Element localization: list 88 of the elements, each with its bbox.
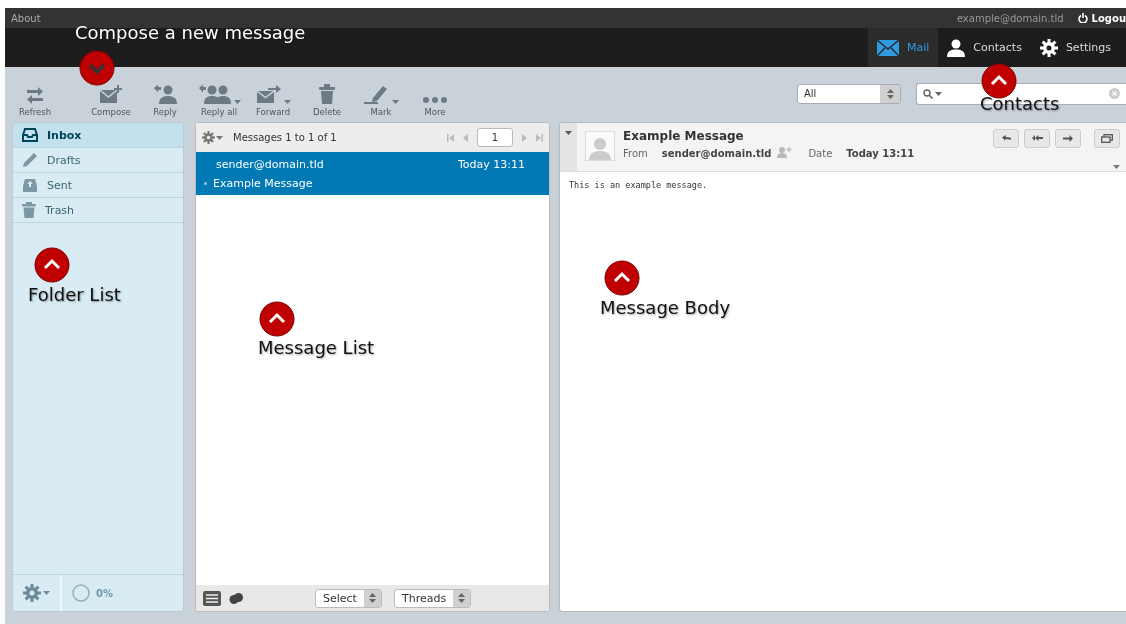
callout-marker-tooltip [79, 50, 115, 86]
up-down-icon [886, 88, 894, 99]
task-tab[interactable]: Contacts [938, 28, 1031, 67]
reply-all-icon [1031, 135, 1043, 142]
callout-marker-tooltip [981, 63, 1017, 99]
folder-item[interactable]: Sent [13, 173, 183, 198]
trash-icon [319, 83, 335, 104]
toolbar-button[interactable]: More [408, 70, 462, 117]
refresh-icon [25, 85, 45, 104]
sender-address: sender@domain.tld [661, 148, 772, 159]
up-down-icon [458, 593, 466, 603]
folder-item[interactable]: Drafts [13, 148, 183, 173]
pencil-icon [363, 83, 390, 104]
gear-icon [202, 131, 215, 144]
about-link[interactable]: About [11, 12, 41, 24]
trash-icon [22, 202, 36, 218]
list-icon [203, 590, 221, 606]
power-icon [1077, 13, 1088, 23]
up-down-icon [368, 593, 376, 603]
callout-label: Message Body [600, 297, 731, 318]
tray-icon [22, 128, 38, 142]
person-icon [947, 38, 966, 57]
filter-dropdown[interactable]: All [797, 83, 901, 104]
list-options-button[interactable] [202, 131, 223, 144]
toolbar-button[interactable]: Compose [84, 70, 138, 117]
people-arrow-icon [197, 83, 232, 104]
folder-item[interactable]: Trash [13, 198, 183, 223]
toolbar-button[interactable]: Reply [138, 70, 192, 117]
page-field[interactable]: 1 [477, 128, 513, 147]
message-count: Messages 1 to 1 of 1 [233, 132, 337, 143]
callout-label: Contacts [980, 93, 1060, 114]
toolbar-button[interactable]: Forward [246, 70, 300, 117]
callout-marker-tooltip [259, 301, 295, 337]
envelope-icon [877, 39, 899, 56]
next-page-icon [522, 133, 527, 142]
task-tab[interactable]: Settings [1030, 28, 1120, 67]
reply-icon [1001, 135, 1011, 142]
reply-button[interactable] [993, 129, 1019, 148]
dots-icon [422, 95, 448, 104]
threads-dropdown[interactable]: Threads [393, 588, 472, 608]
callout-marker-tooltip [604, 260, 640, 296]
caret-icon [935, 91, 942, 96]
caret-icon [565, 131, 572, 135]
forward-icon [1063, 135, 1073, 142]
envelope-plus-icon [99, 83, 123, 104]
person-arrow-icon [153, 83, 177, 104]
caret-icon [43, 591, 50, 595]
callout-label: Message List [258, 337, 375, 358]
toolbar-button[interactable]: Mark [354, 70, 408, 117]
clear-icon [1109, 88, 1120, 99]
quota-text: 0% [96, 587, 113, 599]
last-page-icon [536, 133, 543, 142]
gear-icon [1039, 38, 1058, 57]
dot-icon [204, 181, 207, 185]
previous-page-icon [463, 133, 468, 142]
threads-icon [229, 592, 243, 604]
select-dropdown[interactable]: Select [315, 588, 382, 608]
from-label: From [623, 148, 648, 159]
reply-all-button[interactable] [1024, 129, 1050, 148]
forward-button[interactable] [1055, 129, 1081, 148]
new-window-button[interactable] [1094, 129, 1120, 148]
windows-icon [1101, 134, 1113, 143]
message-date: Today 13:11 [846, 148, 915, 159]
caret-icon [1113, 165, 1120, 169]
callout-label: Compose a new message [75, 22, 306, 43]
header-toggle-button[interactable] [560, 123, 577, 171]
message-body: This is an example message. [568, 179, 709, 192]
message-subject: Example Message [623, 129, 745, 143]
tray-arrow-icon [22, 177, 38, 193]
task-tab[interactable]: Mail [868, 28, 939, 67]
message-row[interactable]: sender@domain.tld Today 13:11 Example Message [196, 152, 549, 195]
search-icon [923, 88, 933, 99]
envelope-arrow-icon [255, 83, 282, 104]
callout-marker-tooltip [34, 247, 70, 283]
toolbar-button[interactable]: Delete [300, 70, 354, 117]
toolbar-button[interactable]: Reply all [192, 70, 246, 117]
folder-item[interactable]: Inbox [13, 123, 183, 148]
first-page-icon [447, 133, 454, 142]
gear-icon [23, 584, 41, 602]
date-label: Date [808, 148, 833, 159]
toolbar-button[interactable]: Refresh [8, 70, 62, 117]
add-contact-icon [777, 147, 793, 158]
quota-icon [72, 584, 90, 602]
pencil-icon [22, 152, 38, 168]
callout-label: Folder List [28, 284, 121, 305]
user-email: example@domain.tld [956, 12, 1064, 24]
logout-link[interactable]: Logou [1077, 12, 1126, 24]
avatar-icon [589, 136, 611, 160]
